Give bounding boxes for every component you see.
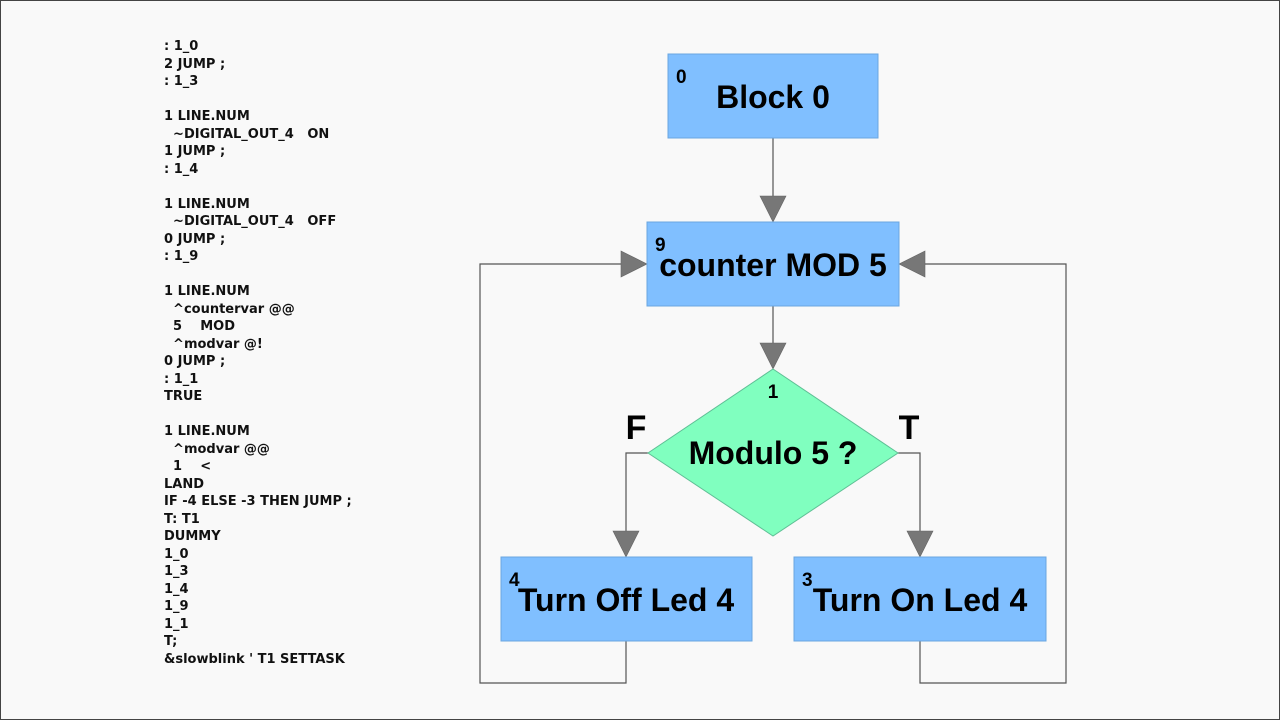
node-label: Turn Off Led 4 bbox=[518, 582, 734, 618]
arrowhead-down-icon bbox=[612, 530, 640, 558]
node-label: Turn On Led 4 bbox=[813, 582, 1028, 618]
flowchart: 0 Block 0 9 counter MOD 5 1 Modulo 5 ? F… bbox=[479, 53, 1067, 684]
arrowhead-right-icon bbox=[620, 250, 648, 278]
node-label: Modulo 5 ? bbox=[689, 435, 858, 471]
node-label: Block 0 bbox=[716, 79, 830, 115]
node-id: 3 bbox=[802, 570, 813, 591]
edge-decision-turn-on bbox=[898, 452, 921, 531]
node-counter-mod-5[interactable]: 9 counter MOD 5 bbox=[646, 221, 900, 307]
node-id: 0 bbox=[676, 67, 687, 88]
node-turn-on-led-4[interactable]: 3 Turn On Led 4 bbox=[793, 556, 1047, 642]
node-block-0[interactable]: 0 Block 0 bbox=[667, 53, 879, 139]
node-id: 1 bbox=[768, 382, 779, 403]
arrowhead-down-icon bbox=[759, 195, 787, 223]
arrowhead-left-icon bbox=[898, 250, 926, 278]
branch-label-false: F bbox=[626, 409, 647, 447]
branch-label-true: T bbox=[899, 409, 920, 447]
node-decision-modulo-5[interactable]: 1 Modulo 5 ? bbox=[647, 368, 899, 537]
arrowhead-down-icon bbox=[906, 530, 934, 558]
node-turn-off-led-4[interactable]: 4 Turn Off Led 4 bbox=[500, 556, 753, 642]
edge-decision-turn-off bbox=[625, 452, 648, 531]
arrowhead-down-icon bbox=[759, 342, 787, 370]
node-label: counter MOD 5 bbox=[659, 247, 887, 283]
